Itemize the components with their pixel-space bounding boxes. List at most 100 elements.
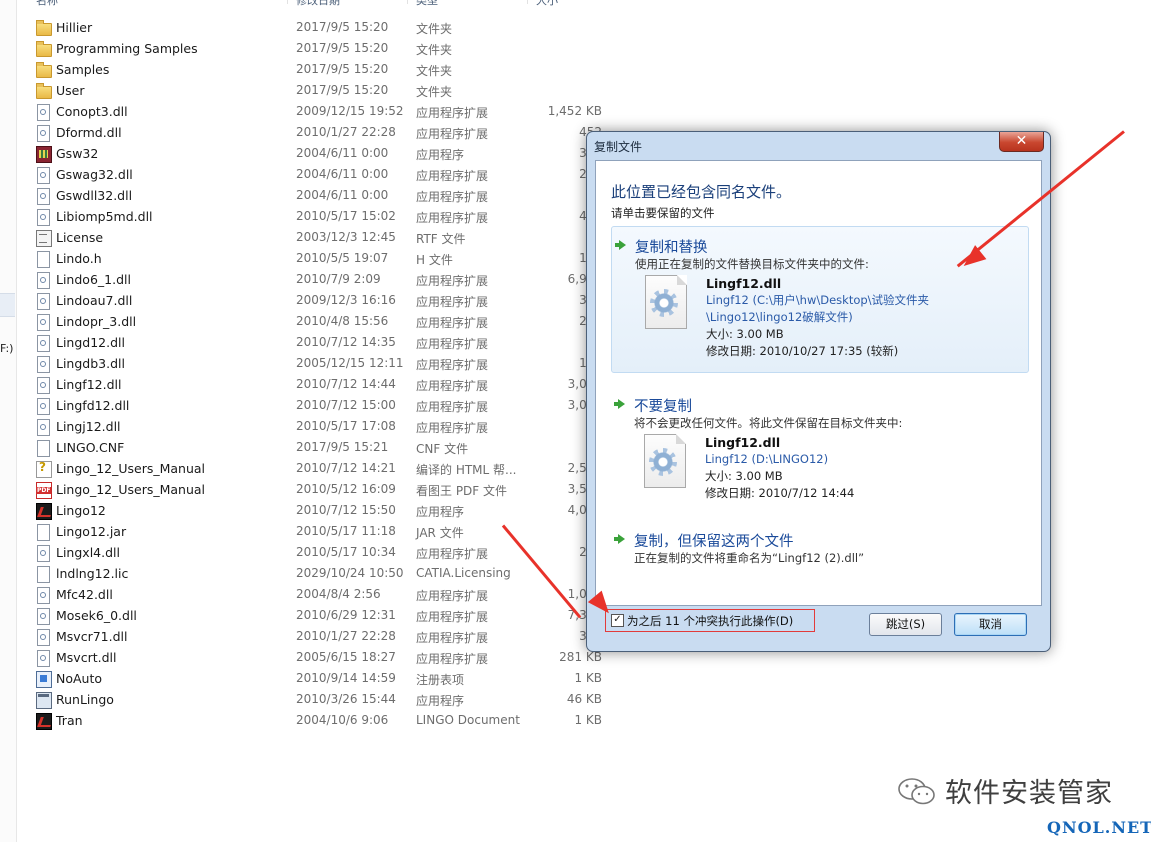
file-name: Gswdll32.dll <box>56 188 133 203</box>
file-size: 281 KB <box>559 650 602 664</box>
file-name: Lingf12.dll <box>705 435 781 450</box>
file-row[interactable]: Lingf12.dll 2010/7/12 14:44 应用程序扩展 3,080 <box>0 374 620 395</box>
apply-to-all-label[interactable]: 为之后 11 个冲突执行此操作(D) <box>627 613 793 629</box>
file-row[interactable]: NoAuto 2010/9/14 14:59 注册表项 1 KB <box>0 668 620 689</box>
file-row[interactable]: Lingd12.dll2010/7/12 14:35应用程序扩展68 <box>0 332 620 353</box>
file-row[interactable]: Hillier 2017/9/5 15:20 文件夹 <box>0 17 620 38</box>
green-arrow-icon <box>614 399 625 409</box>
dll-icon <box>37 650 50 667</box>
cancel-button[interactable]: 取消 <box>954 613 1027 636</box>
file-name: Lingf12.dll <box>56 377 122 392</box>
file-row[interactable]: Libiomp5md.dll2010/5/17 15:02应用程序扩展451 <box>0 206 620 227</box>
copy-keep-both-option[interactable]: 复制，但保留这两个文件 正在复制的文件将重命名为“Lingf12 (2).dll… <box>611 521 1027 571</box>
file-type: 编译的 HTML 帮... <box>416 463 517 477</box>
source-file-info: Lingf12.dll Lingf12 (C:\用户\hw\Desktop\试验… <box>706 275 929 360</box>
file-type: 应用程序扩展 <box>416 589 489 603</box>
file-name: Libiomp5md.dll <box>56 209 153 224</box>
file-date: 2017/9/5 15:20 <box>296 83 389 97</box>
file-row[interactable]: Lindoau7.dll2009/12/3 16:16应用程序扩展304 <box>0 290 620 311</box>
dont-copy-option[interactable]: 不要复制 将不会更改任何文件。将此文件保留在目标文件夹中: Lingf12.dl… <box>611 386 1027 500</box>
file-row[interactable]: Programming Samples 2017/9/5 15:20 文件夹 <box>0 38 620 59</box>
file-size: 大小: 3.00 MB <box>705 469 783 483</box>
file-name: Lindo6_1.dll <box>56 272 131 287</box>
file-row[interactable]: User 2017/9/5 15:20 文件夹 <box>0 80 620 101</box>
pdf-icon <box>36 482 52 499</box>
copy-and-replace-option[interactable]: 复制和替换 使用正在复制的文件替换目标文件夹中的文件: Lingf12.dll … <box>611 226 1029 373</box>
file-row[interactable]: Dformd.dll2010/1/27 22:28应用程序扩展452 <box>0 122 620 143</box>
app-icon <box>36 146 52 163</box>
column-name-header[interactable]: 名称 <box>36 0 58 8</box>
file-name: Lindoau7.dll <box>56 293 133 308</box>
file-row[interactable]: License2003/12/3 12:45RTF 文件9 <box>0 227 620 248</box>
column-date-header[interactable]: 修改日期 <box>296 0 340 8</box>
dialog-subheading: 请单击要保留的文件 <box>611 206 715 220</box>
file-date: 2004/6/11 0:00 <box>296 146 389 160</box>
file-date: 2010/7/12 15:00 <box>296 398 396 412</box>
gear-icon <box>649 448 677 476</box>
file-name: LINGO.CNF <box>56 440 125 455</box>
file-row[interactable]: Mfc42.dll 2004/8/4 2:56 应用程序扩展 1,004 <box>0 584 620 605</box>
file-icon <box>37 566 50 583</box>
file-type: 应用程序扩展 <box>416 169 489 183</box>
file-row[interactable]: Tran 2004/10/6 9:06 LINGO Document 1 KB <box>0 710 620 731</box>
dll-icon <box>37 335 50 352</box>
file-date: 2010/5/17 17:08 <box>296 419 396 433</box>
file-date: 2010/3/26 15:44 <box>296 692 396 706</box>
folder-icon <box>36 62 52 78</box>
file-type: 应用程序扩展 <box>416 190 489 204</box>
close-button[interactable]: ✕ <box>999 132 1044 152</box>
apply-to-all-highlight: ✓ 为之后 11 个冲突执行此操作(D) <box>605 609 815 632</box>
file-row[interactable]: Lingfd12.dll 2010/7/12 15:00 应用程序扩展 3,080 <box>0 395 620 416</box>
file-type: 应用程序 <box>416 505 465 519</box>
file-row[interactable]: Msvcr71.dll2010/1/27 22:28应用程序扩展340 <box>0 626 620 647</box>
file-row[interactable]: Mosek6_0.dll 2010/6/29 12:31 应用程序扩展 7,325 <box>0 605 620 626</box>
column-separator[interactable] <box>407 0 408 4</box>
file-type: H 文件 <box>416 253 453 267</box>
column-separator[interactable] <box>287 0 288 4</box>
file-row[interactable]: LINGO.CNF2017/9/5 15:21CNF 文件1 <box>0 437 620 458</box>
file-row[interactable]: Conopt3.dll 2009/12/15 19:52 应用程序扩展 1,452 K… <box>0 101 620 122</box>
file-row[interactable]: Msvcrt.dll 2005/6/15 18:27 应用程序扩展 281 KB <box>0 647 620 668</box>
file-name: Samples <box>56 62 110 77</box>
file-row[interactable]: Gsw322004/6/11 0:00应用程序383 <box>0 143 620 164</box>
file-row[interactable]: Samples 2017/9/5 15:20 文件夹 <box>0 59 620 80</box>
file-row[interactable]: Lindopr_3.dll2010/4/8 15:56应用程序扩展262 <box>0 311 620 332</box>
file-row[interactable]: Gswdll32.dll2004/6/11 0:00应用程序扩展82 <box>0 185 620 206</box>
dll-icon <box>37 377 50 394</box>
file-type: 应用程序扩展 <box>416 652 489 666</box>
file-modified: 修改日期: 2010/10/27 17:35 (较新) <box>706 344 899 358</box>
file-date: 2004/6/11 0:00 <box>296 188 389 202</box>
apply-to-all-checkbox[interactable]: ✓ <box>611 614 624 627</box>
file-date: 2009/12/3 16:16 <box>296 293 396 307</box>
skip-button[interactable]: 跳过(S) <box>869 613 942 636</box>
dll-file-icon <box>644 434 686 488</box>
column-size-header[interactable]: 大小 <box>536 0 558 8</box>
green-arrow-icon <box>614 534 625 544</box>
file-name: Tran <box>56 713 83 728</box>
file-row[interactable]: Lindo6_1.dll 2010/7/9 2:09 应用程序扩展 6,978 <box>0 269 620 290</box>
file-row[interactable]: Gswag32.dll2004/6/11 0:00应用程序扩展296 <box>0 164 620 185</box>
watermark-text: 软件安装管家 <box>945 778 1113 809</box>
file-path: Lingf12 (D:\LINGO12) <box>705 452 829 466</box>
file-type: 应用程序 <box>416 694 465 708</box>
file-row[interactable]: Lindo.h2010/5/5 19:07H 文件167 <box>0 248 620 269</box>
file-date: 2010/7/12 14:21 <box>296 461 396 475</box>
file-row[interactable]: Lingdb3.dll2005/12/15 12:11应用程序扩展196 <box>0 353 620 374</box>
file-type: 应用程序扩展 <box>416 379 489 393</box>
file-row[interactable]: Lingj12.dll2010/5/17 17:08应用程序扩展60 <box>0 416 620 437</box>
help-icon <box>36 460 52 478</box>
column-type-header[interactable]: 类型 <box>416 0 438 8</box>
file-row[interactable]: Lingo_12_Users_Manual 2010/5/12 16:09 看图王 … <box>0 479 620 500</box>
file-row[interactable]: Lingo12 2010/7/12 15:50 应用程序 4,054 <box>0 500 620 521</box>
file-name: Msvcr71.dll <box>56 629 128 644</box>
file-row[interactable]: Lingo12.jar2010/5/17 11:18JAR 文件3 <box>0 521 620 542</box>
file-type: 文件夹 <box>416 64 453 78</box>
file-row[interactable]: Lingo_12_Users_Manual 2010/7/12 14:21 编译的 … <box>0 458 620 479</box>
file-size: 1,452 KB <box>547 104 602 118</box>
file-row[interactable]: RunLingo 2010/3/26 15:44 应用程序 46 KB <box>0 689 620 710</box>
dll-icon <box>37 167 50 184</box>
column-separator[interactable] <box>527 0 528 4</box>
file-size: 大小: 3.00 MB <box>706 327 784 341</box>
file-row[interactable]: lndlng12.lic 2029/10/24 10:50 CATIA.Licens… <box>0 563 620 584</box>
file-date: 2029/10/24 10:50 <box>296 566 404 580</box>
